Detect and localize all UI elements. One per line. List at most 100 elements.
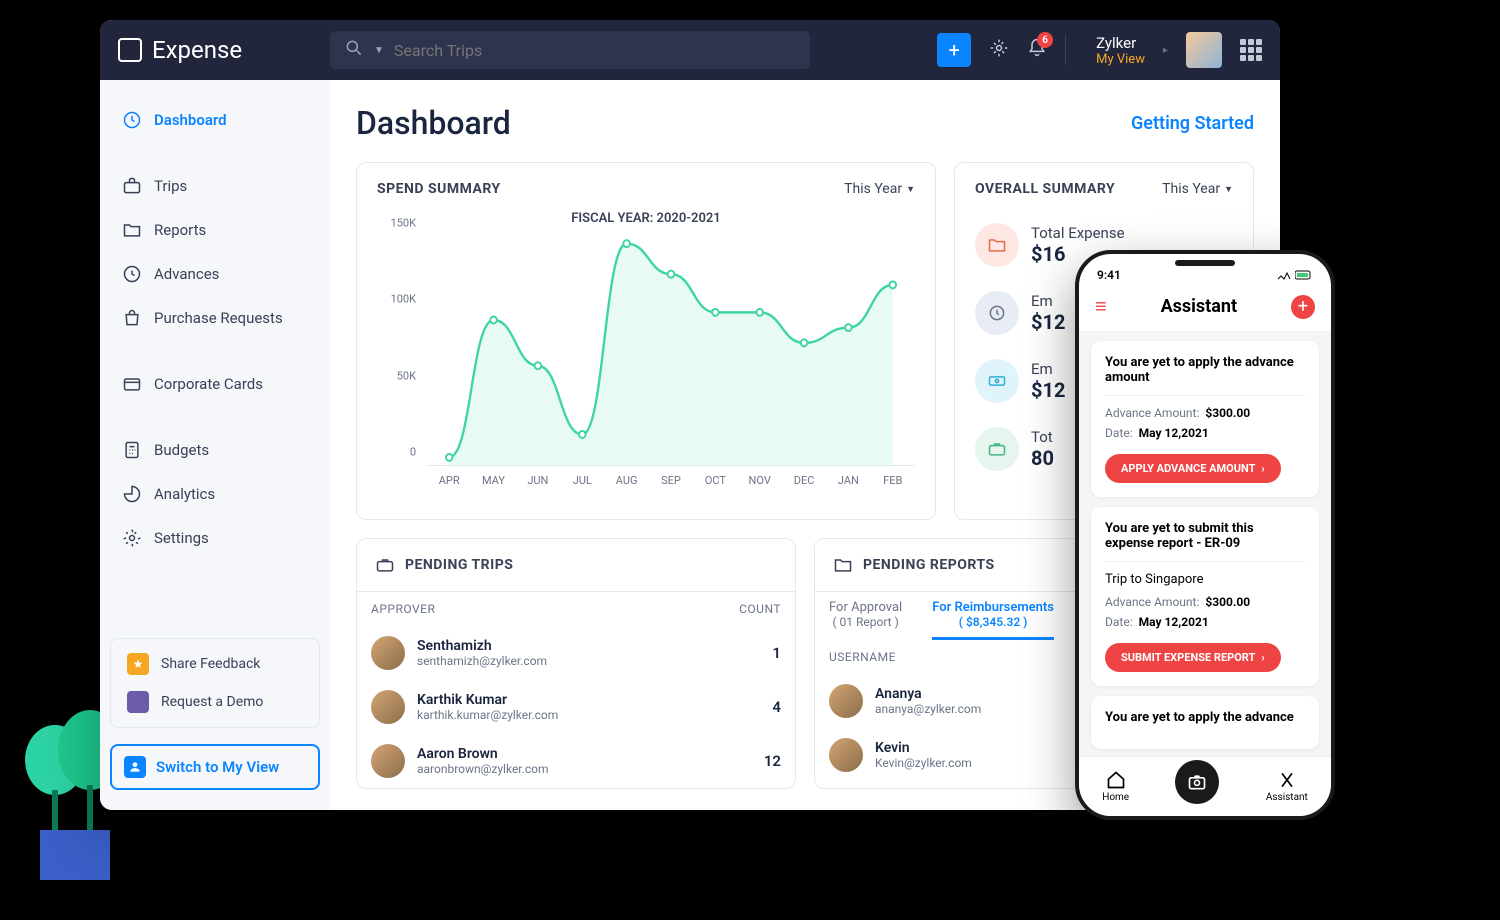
notification-icon[interactable]: 6 (1027, 38, 1047, 62)
menu-icon[interactable]: ≡ (1095, 294, 1107, 319)
y-tick: 50K (397, 369, 416, 382)
page-title: Dashboard (356, 104, 511, 142)
y-tick: 100K (391, 293, 416, 306)
search-input[interactable] (394, 41, 796, 60)
x-tick: MAY (471, 474, 515, 487)
app-brand: Expense (118, 36, 318, 64)
spend-title: SPEND SUMMARY (377, 181, 501, 197)
switch-view-button[interactable]: Switch to My View (110, 744, 320, 790)
advance-alert-card: You are yet to apply the advance amount … (1091, 341, 1319, 497)
request-demo[interactable]: Request a Demo (117, 683, 313, 721)
mobile-preview: 9:41 ≡ Assistant + You are yet to apply … (1075, 250, 1335, 820)
folder-icon (833, 555, 853, 575)
nav-corporate-cards[interactable]: Corporate Cards (110, 364, 320, 404)
x-tick: FEB (871, 474, 915, 487)
submit-report-button[interactable]: SUBMIT EXPENSE REPORT › (1105, 643, 1281, 672)
y-tick: 150K (391, 217, 416, 230)
nav-trips[interactable]: Trips (110, 166, 320, 206)
gear-icon (122, 528, 142, 548)
nav-reports[interactable]: Reports (110, 210, 320, 250)
pending-trips-card: PENDING TRIPS APPROVER COUNT Senthamizhs… (356, 538, 796, 789)
phone-title: Assistant (1161, 296, 1238, 317)
folder-icon (122, 220, 142, 240)
avatar (371, 744, 405, 778)
nav-dashboard[interactable]: Dashboard (110, 100, 320, 140)
avatar (371, 636, 405, 670)
settings-icon[interactable] (989, 38, 1009, 62)
x-tick: OCT (693, 474, 737, 487)
x-tick: SEP (649, 474, 693, 487)
x-tick: NOV (738, 474, 782, 487)
nav-settings[interactable]: Settings (110, 518, 320, 558)
calculator-icon (122, 440, 142, 460)
x-tick: DEC (782, 474, 826, 487)
workspace-switcher[interactable]: Zylker My View (1096, 34, 1145, 67)
x-tick: JUL (560, 474, 604, 487)
tab-assistant[interactable]: Assistant (1266, 770, 1308, 803)
table-row[interactable]: Karthik Kumarkarthik.kumar@zylker.com 4 (357, 680, 795, 734)
tab-for-approval[interactable]: For Approval ( 01 Report ) (829, 600, 902, 640)
avatar (829, 738, 863, 772)
spend-summary-card: SPEND SUMMARY This Year ▼ FISCAL YEAR: 2… (356, 162, 936, 520)
share-feedback[interactable]: ★ Share Feedback (117, 645, 313, 683)
pie-icon (122, 484, 142, 504)
demo-icon (127, 691, 149, 713)
table-row[interactable]: Senthamizhsenthamizh@zylker.com 1 (357, 626, 795, 680)
briefcase-icon (122, 176, 142, 196)
phone-add-button[interactable]: + (1291, 295, 1315, 319)
table-row[interactable]: Aaron Brownaaronbrown@zylker.com 12 (357, 734, 795, 788)
x-tick: JAN (826, 474, 870, 487)
dashboard-icon (122, 110, 142, 130)
cash-stat-icon (975, 359, 1019, 403)
apps-grid-icon[interactable] (1240, 39, 1262, 61)
logo-icon (118, 38, 142, 62)
avatar (371, 690, 405, 724)
home-icon (1106, 770, 1126, 790)
tab-home[interactable]: Home (1102, 770, 1129, 803)
x-tick: APR (427, 474, 471, 487)
submit-report-card: You are yet to submit this expense repor… (1091, 507, 1319, 686)
briefcase-stat-icon (975, 427, 1019, 471)
chart-title: FISCAL YEAR: 2020-2021 (377, 211, 915, 226)
card-icon (122, 374, 142, 394)
nav-purchase-requests[interactable]: Purchase Requests (110, 298, 320, 338)
y-tick: 0 (410, 446, 416, 459)
assistant-icon (1277, 770, 1297, 790)
tab-for-reimbursements[interactable]: For Reimbursements ( $8,345.32 ) (932, 600, 1054, 640)
expense-icon (975, 223, 1019, 267)
phone-time: 9:41 (1097, 268, 1121, 282)
search-icon (344, 38, 364, 62)
notification-badge: 6 (1037, 32, 1053, 48)
nav-analytics[interactable]: Analytics (110, 474, 320, 514)
user-avatar[interactable] (1186, 32, 1222, 68)
bag-icon (122, 308, 142, 328)
apply-advance-button[interactable]: APPLY ADVANCE AMOUNT › (1105, 454, 1281, 483)
x-tick: JUN (516, 474, 560, 487)
col-count: COUNT (739, 602, 781, 616)
col-approver: APPROVER (371, 602, 435, 616)
chevron-down-icon: ▼ (374, 45, 384, 56)
clock-stat-icon (975, 291, 1019, 335)
chevron-right-icon: ▸ (1163, 45, 1168, 56)
clock-icon (122, 264, 142, 284)
nav-budgets[interactable]: Budgets (110, 430, 320, 470)
getting-started-link[interactable]: Getting Started (1131, 113, 1254, 134)
x-tick: AUG (604, 474, 648, 487)
spend-filter[interactable]: This Year ▼ (844, 181, 915, 197)
advance-alert-card-2: You are yet to apply the advance (1091, 696, 1319, 749)
avatar (829, 684, 863, 718)
add-button[interactable]: + (937, 33, 971, 67)
overall-filter[interactable]: This Year ▼ (1162, 181, 1233, 197)
camera-button[interactable] (1175, 760, 1219, 804)
user-icon (124, 756, 146, 778)
search-bar[interactable]: ▼ (330, 31, 810, 69)
sidebar: Dashboard Trips Reports Advances Purchas… (100, 80, 330, 810)
briefcase-icon (375, 555, 395, 575)
col-username: USERNAME (829, 650, 896, 664)
nav-advances[interactable]: Advances (110, 254, 320, 294)
feedback-icon: ★ (127, 653, 149, 675)
overall-title: OVERALL SUMMARY (975, 181, 1115, 197)
spend-chart: 050K100K150K (427, 236, 915, 466)
camera-icon (1187, 772, 1207, 792)
status-icons (1277, 268, 1313, 282)
